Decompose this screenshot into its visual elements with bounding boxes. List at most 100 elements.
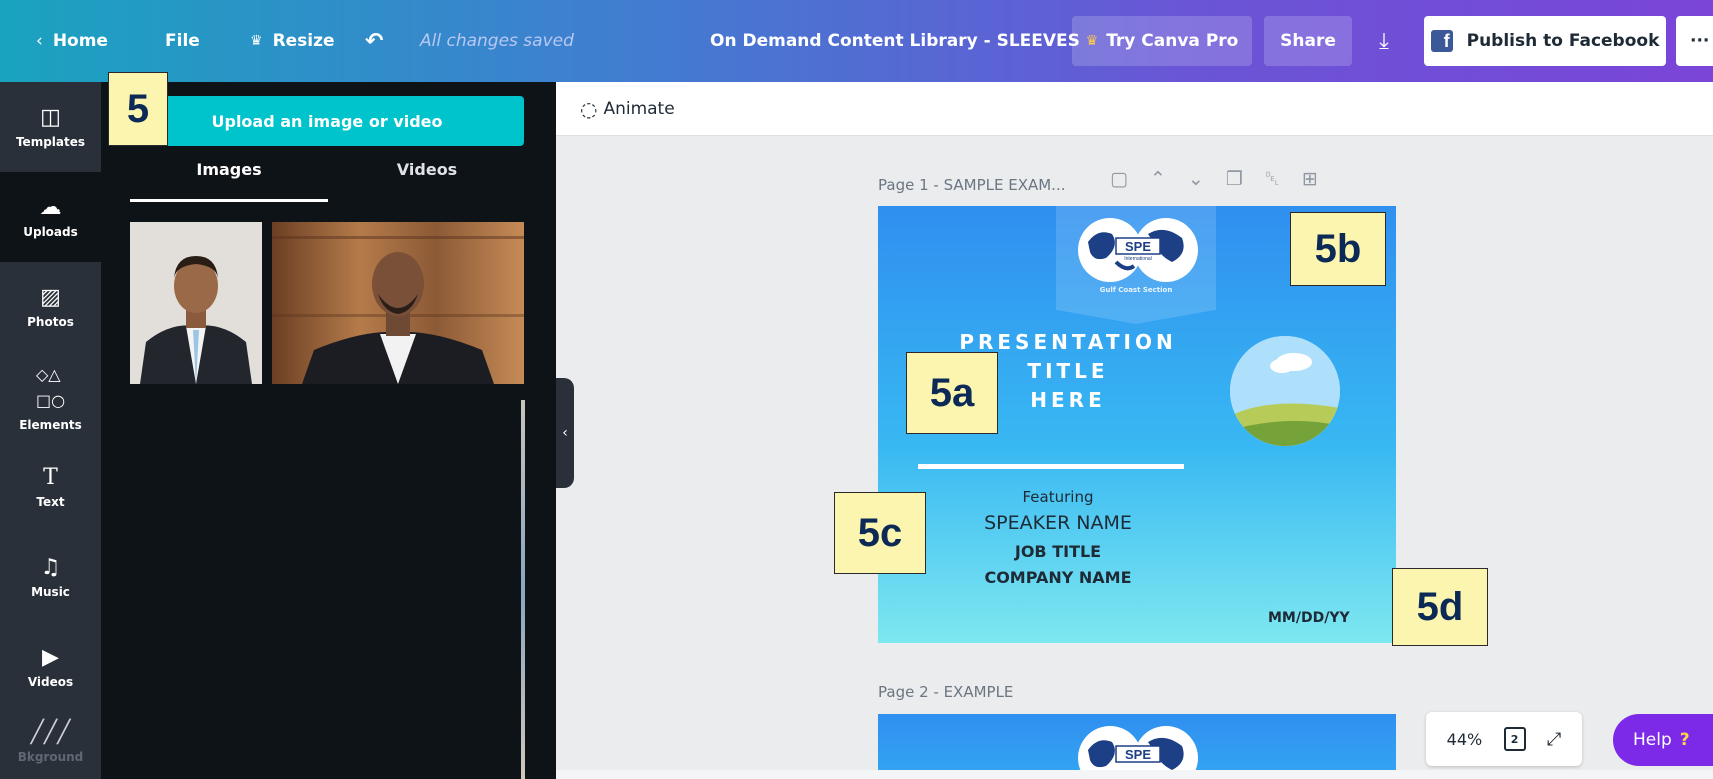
tab-videos[interactable]: Videos [330, 160, 524, 200]
left-rail: ◫ Templates ☁ Uploads ▨ Photos ◇△ □○ Elem… [0, 82, 101, 779]
image-placeholder-circle[interactable] [1230, 336, 1340, 446]
photos-icon: ▨ [40, 285, 61, 310]
rail-item-elements[interactable]: ◇△ □○ Elements [0, 352, 101, 442]
rail-item-label: Uploads [23, 225, 78, 239]
callout-5a: 5a [906, 352, 998, 434]
editor-toolbar [556, 82, 1713, 136]
crown-icon: ♛ [250, 33, 263, 49]
save-status: All changes saved [420, 31, 574, 51]
rail-item-templates[interactable]: ◫ Templates [0, 82, 101, 172]
text-icon: T [43, 465, 58, 490]
music-icon: ♫ [40, 555, 61, 580]
help-button[interactable]: Help ? [1613, 714, 1713, 766]
share-label: Share [1280, 31, 1336, 51]
rail-item-label: Bkground [17, 750, 84, 764]
job-title[interactable]: JOB TITLE [938, 542, 1178, 561]
collapse-panel-button[interactable]: ‹ [556, 378, 574, 488]
file-menu[interactable]: File [165, 0, 200, 82]
page-2-label[interactable]: Page 2 - EXAMPLE [878, 683, 1013, 701]
uploaded-image-thumbnail[interactable] [272, 222, 524, 384]
thumbnail-edge [521, 400, 525, 779]
callout-5b: 5b [1290, 212, 1386, 286]
animate-icon: ◌ [580, 97, 598, 121]
rail-item-label: Videos [27, 675, 74, 689]
rail-item-label: Photos [27, 315, 74, 329]
home-button[interactable]: ‹ Home [36, 0, 108, 82]
upload-media-button[interactable]: Upload an image or video [130, 96, 524, 146]
zoom-controls: 44% 2 ⤢ [1426, 712, 1582, 766]
rail-item-label: Templates [15, 135, 86, 149]
templates-icon: ◫ [40, 105, 61, 130]
elements-icon: ◇△ □○ [35, 365, 66, 410]
callout-5d: 5d [1392, 568, 1488, 646]
rail-item-text[interactable]: T Text [0, 442, 101, 532]
portrait-image [272, 222, 524, 384]
background-icon: ╱╱╱ [30, 720, 71, 745]
upload-cloud-icon: ☁ [39, 195, 62, 220]
publish-facebook-button[interactable]: f Publish to Facebook [1424, 16, 1666, 66]
videos-icon: ▶ [42, 645, 59, 670]
active-tab-indicator [130, 199, 328, 202]
horizontal-scrollbar[interactable] [556, 770, 1713, 779]
company-name[interactable]: COMPANY NAME [938, 568, 1178, 587]
add-page-icon[interactable]: ⊞ [1302, 168, 1318, 190]
portrait-image [130, 222, 262, 384]
spe-logo-subtext: International [1124, 256, 1152, 262]
landscape-image [1230, 336, 1340, 446]
crown-icon: ♛ [1085, 33, 1099, 49]
page-count-button[interactable]: 2 [1503, 727, 1526, 751]
help-label: Help [1633, 730, 1672, 750]
rail-item-background[interactable]: ╱╱╱ Bkground [0, 712, 101, 779]
download-icon: ⤓ [1379, 28, 1389, 54]
section-name: Gulf Coast Section [1099, 286, 1173, 294]
chevron-left-icon: ‹ [562, 425, 568, 441]
more-button[interactable]: ··· [1676, 16, 1713, 66]
facebook-icon: f [1430, 30, 1453, 52]
more-icon: ··· [1690, 31, 1710, 51]
spe-logo-text: SPE [1125, 239, 1151, 254]
event-date[interactable]: MM/DD/YY [1268, 610, 1350, 626]
tab-label: Images [196, 160, 262, 179]
chevron-up-icon[interactable]: ⌃ [1150, 168, 1166, 190]
fullscreen-icon[interactable]: ⤢ [1547, 729, 1561, 750]
tab-label: Videos [396, 160, 458, 179]
rail-item-photos[interactable]: ▨ Photos [0, 262, 101, 352]
spe-logo[interactable]: SPE International [1076, 216, 1200, 284]
chevron-left-icon: ‹ [36, 31, 43, 51]
tab-images[interactable]: Images [130, 160, 328, 200]
featuring-label[interactable]: Featuring [938, 488, 1178, 506]
callout-5c: 5c [834, 492, 926, 574]
trash-icon[interactable]: ␡ [1265, 168, 1280, 190]
resize-button[interactable]: ♛ Resize [250, 0, 335, 82]
divider-line [918, 464, 1184, 469]
zoom-level[interactable]: 44% [1447, 730, 1483, 749]
publish-label: Publish to Facebook [1466, 31, 1660, 51]
rail-item-music[interactable]: ♫ Music [0, 532, 101, 622]
document-title[interactable]: On Demand Content Library - SLEEVES [710, 0, 1080, 82]
duplicate-icon[interactable]: ❐ [1226, 168, 1243, 190]
speaker-name[interactable]: SPEAKER NAME [938, 512, 1178, 534]
question-mark-icon: ? [1679, 730, 1690, 750]
share-button[interactable]: Share [1264, 16, 1352, 66]
undo-button[interactable]: ↶ [365, 0, 383, 82]
resize-label: Resize [272, 31, 335, 51]
rail-item-label: Text [36, 495, 65, 509]
rail-item-label: Elements [19, 418, 82, 432]
rail-item-uploads[interactable]: ☁ Uploads [0, 172, 101, 262]
rail-item-videos[interactable]: ▶ Videos [0, 622, 101, 712]
download-button[interactable]: ⤓ [1362, 16, 1406, 66]
try-pro-label: Try Canva Pro [1106, 31, 1239, 51]
page-tools: ▢ ⌃ ⌄ ❐ ␡ ⊞ [1110, 168, 1318, 190]
redacted-area [101, 384, 521, 779]
uploaded-image-thumbnail[interactable] [130, 222, 262, 384]
rail-item-label: Music [31, 585, 70, 599]
animate-label: Animate [603, 99, 675, 119]
page-1-label[interactable]: Page 1 - SAMPLE EXAM... [878, 176, 1066, 194]
callout-5: 5 [108, 72, 168, 146]
undo-icon: ↶ [365, 28, 384, 54]
chevron-down-icon[interactable]: ⌄ [1188, 168, 1204, 190]
animate-button[interactable]: ◌ Animate [580, 82, 675, 136]
note-icon[interactable]: ▢ [1110, 168, 1128, 190]
try-pro-button[interactable]: ♛ Try Canva Pro [1072, 16, 1252, 66]
home-label: Home [52, 31, 108, 51]
